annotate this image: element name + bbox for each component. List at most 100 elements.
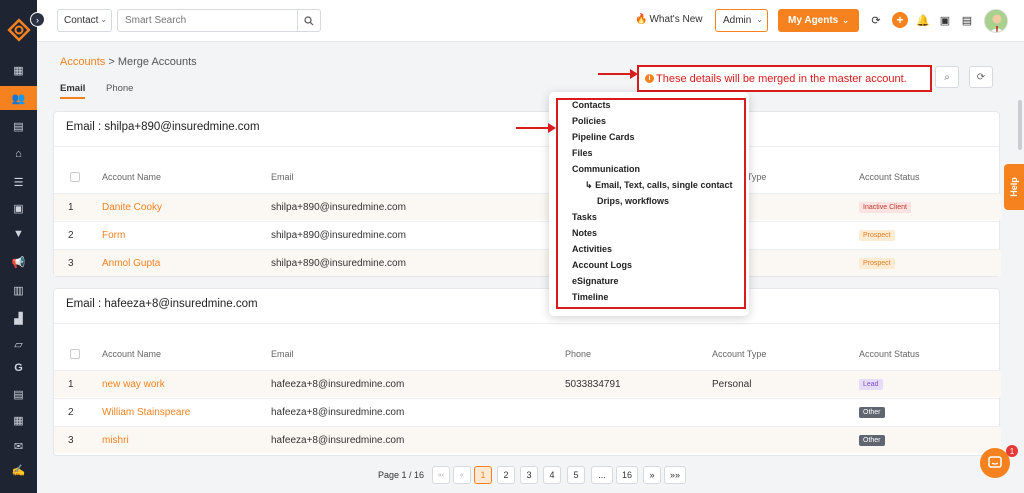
- merge-item-tasks: Tasks: [572, 212, 597, 222]
- sidebar-item-campaigns[interactable]: 📢: [0, 250, 37, 274]
- sidebar-item-mail[interactable]: ✉: [0, 434, 37, 458]
- last-page-button[interactable]: »»: [664, 466, 686, 484]
- sidebar-item-list[interactable]: ☰: [0, 170, 37, 194]
- sidebar-item-contacts[interactable]: ▣: [0, 196, 37, 220]
- account-name-link[interactable]: new way work: [102, 379, 165, 390]
- help-label: Help: [1008, 177, 1019, 197]
- merge-item-communication: Communication: [572, 164, 641, 174]
- add-icon[interactable]: +: [892, 12, 908, 28]
- document-icon[interactable]: ▤: [959, 12, 975, 28]
- sidebar-item-google[interactable]: G: [0, 356, 37, 380]
- table-row[interactable]: 2 William Stainspeare hafeeza+8@insuredm…: [54, 398, 1001, 425]
- search-scope-select[interactable]: Contact ⌄: [57, 9, 112, 32]
- chevron-down-icon: ⌄: [842, 16, 849, 25]
- status-badge: Other: [859, 435, 885, 446]
- row-number: 2: [68, 230, 74, 241]
- breadcrumb-current: Merge Accounts: [117, 56, 197, 68]
- table-row[interactable]: 3 mishri hafeeza+8@insuredmine.com Other: [54, 426, 1001, 453]
- chevron-down-icon: ⌄: [100, 15, 107, 24]
- breadcrumb-separator: >: [108, 56, 115, 68]
- sidebar-item-calendar-list[interactable]: ▤: [0, 382, 37, 406]
- dashboard-icon: ▦: [13, 64, 24, 77]
- sidebar-item-reports[interactable]: ▟: [0, 306, 37, 330]
- refresh-icon[interactable]: ⟳: [868, 12, 884, 28]
- account-name-link[interactable]: Form: [102, 230, 125, 241]
- chat-icon: [988, 456, 1002, 468]
- account-email: hafeeza+8@insuredmine.com: [271, 379, 405, 390]
- bell-icon[interactable]: 🔔: [915, 12, 931, 28]
- calendar-list-icon: ▤: [13, 388, 24, 401]
- user-avatar[interactable]: [984, 9, 1008, 33]
- account-name-link[interactable]: mishri: [102, 435, 129, 446]
- sidebar-toggle-button[interactable]: ›: [30, 12, 45, 27]
- sidebar-item-notes[interactable]: ▥: [0, 278, 37, 302]
- select-all-checkbox[interactable]: [70, 349, 80, 359]
- page-button-16[interactable]: 16: [616, 466, 638, 484]
- info-icon: i: [645, 74, 654, 83]
- sidebar-item-calendar[interactable]: ▦: [0, 408, 37, 432]
- next-page-button[interactable]: »: [643, 466, 661, 484]
- search-scope-label: Contact: [64, 15, 99, 26]
- app-logo-icon[interactable]: [7, 18, 31, 42]
- sidebar-item-signature[interactable]: ✍: [0, 458, 37, 482]
- search-button[interactable]: [297, 9, 321, 32]
- account-name-link[interactable]: William Stainspeare: [102, 407, 190, 418]
- sidebar: ▦ 👥 ▤ ⌂ ☰ ▣ ▼ 📢 ▥ ▟ ▱ G ▤ ▦ ✉ ✍: [0, 0, 37, 493]
- my-agents-button[interactable]: My Agents ⌄: [778, 9, 859, 32]
- role-select[interactable]: Admin ⌄: [715, 9, 768, 32]
- account-phone: 5033834791: [565, 379, 621, 390]
- page-button-2[interactable]: 2: [497, 466, 515, 484]
- table-row[interactable]: 1 new way work hafeeza+8@insuredmine.com…: [54, 370, 1001, 397]
- tab-phone[interactable]: Phone: [106, 83, 133, 94]
- mail-icon: ✉: [13, 440, 24, 453]
- smart-search-input[interactable]: [117, 9, 298, 32]
- search-accounts-button[interactable]: ⌕: [935, 66, 959, 88]
- select-all-checkbox[interactable]: [70, 172, 80, 182]
- page-indicator: Page 1 / 16: [378, 470, 425, 480]
- sidebar-item-accounts[interactable]: 👥: [0, 86, 37, 110]
- refresh-button[interactable]: ⟳: [969, 66, 993, 88]
- account-email: hafeeza+8@insuredmine.com: [271, 407, 405, 418]
- flame-icon: 🔥: [635, 14, 648, 25]
- annotation-arrow: [516, 123, 556, 133]
- column-header-email: Email: [271, 349, 294, 359]
- account-email: shilpa+890@insuredmine.com: [271, 258, 406, 269]
- account-type: Personal: [712, 379, 752, 390]
- account-email: shilpa+890@insuredmine.com: [271, 230, 406, 241]
- account-name-link[interactable]: Anmol Gupta: [102, 258, 160, 269]
- breadcrumb-accounts-link[interactable]: Accounts: [60, 56, 105, 68]
- signature-icon: ✍: [11, 464, 26, 477]
- first-page-button[interactable]: «‹: [432, 466, 450, 484]
- account-name-link[interactable]: Danite Cooky: [102, 202, 162, 213]
- divider: [54, 146, 999, 147]
- page-button-3[interactable]: 3: [520, 466, 538, 484]
- chip-icon[interactable]: ▣: [937, 12, 953, 28]
- sidebar-item-bank[interactable]: ⌂: [0, 142, 37, 166]
- group-title: Email : shilpa+890@insuredmine.com: [66, 121, 260, 133]
- table-row[interactable]: 3 Anmol Gupta shilpa+890@insuredmine.com…: [54, 249, 1001, 276]
- sidebar-item-filter[interactable]: ▼: [0, 222, 37, 246]
- prev-page-button[interactable]: «: [453, 466, 471, 484]
- scrollbar[interactable]: [1018, 100, 1022, 150]
- page-button-4[interactable]: 4: [543, 466, 561, 484]
- sidebar-item-documents[interactable]: ▤: [0, 114, 37, 138]
- merge-subitem-drips-workflows: Drips, workflows: [597, 196, 670, 206]
- top-bar: Contact ⌄ 🔥 What's New Admin ⌄ My Agents…: [37, 0, 1024, 42]
- breadcrumb: Accounts > Merge Accounts: [60, 56, 197, 68]
- merge-item-esignature: eSignature: [572, 276, 619, 286]
- merge-subitem: ↳ Email, Text, calls, single contact: [585, 180, 732, 191]
- refresh-icon: ⟳: [976, 71, 986, 83]
- whats-new-link[interactable]: 🔥 What's New: [635, 14, 703, 25]
- google-icon: G: [14, 362, 23, 374]
- tab-email[interactable]: Email: [60, 83, 86, 99]
- help-tab[interactable]: Help: [1004, 164, 1024, 210]
- table-row[interactable]: 2 Form shilpa+890@insuredmine.com l Pros…: [54, 221, 1001, 248]
- page-button-1[interactable]: 1: [474, 466, 492, 484]
- sidebar-item-dashboard[interactable]: ▦: [0, 58, 37, 82]
- column-header-account-name: Account Name: [102, 172, 162, 182]
- page-button-5[interactable]: 5: [567, 466, 585, 484]
- table-row[interactable]: 1 Danite Cooky shilpa+890@insuredmine.co…: [54, 193, 1001, 220]
- sidebar-item-folder[interactable]: ▱: [0, 332, 37, 356]
- status-badge: Lead: [859, 379, 883, 390]
- merge-item-activities: Activities: [572, 244, 613, 254]
